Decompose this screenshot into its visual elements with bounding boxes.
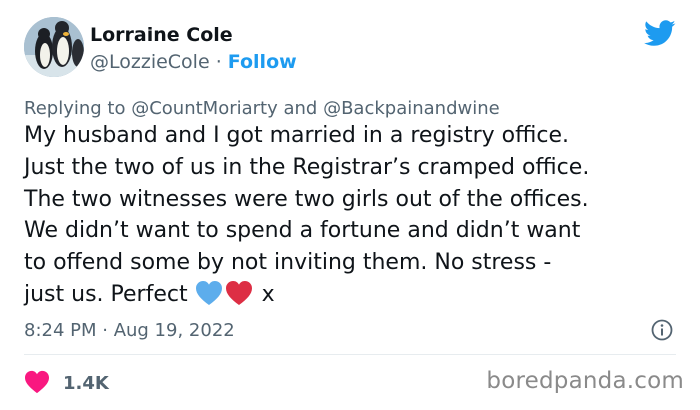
mention-link[interactable]: @Backpainandwine: [323, 98, 500, 119]
handle-separator: ·: [209, 51, 228, 73]
tweet-timestamp[interactable]: 8:24 PM · Aug 19, 2022: [24, 320, 235, 341]
divider: [24, 354, 676, 355]
heart-icon[interactable]: [24, 370, 50, 394]
reply-context: Replying to @CountMoriarty and @Backpain…: [24, 98, 500, 119]
reply-prefix: Replying to: [24, 98, 132, 119]
avatar[interactable]: [24, 17, 84, 77]
red-heart-icon: [225, 280, 252, 305]
reply-conjunction: and: [277, 98, 324, 119]
blue-heart-icon: [195, 280, 222, 305]
follow-button[interactable]: Follow: [228, 51, 297, 73]
author-name[interactable]: Lorraine Cole: [90, 24, 233, 46]
twitter-bird-icon[interactable]: [644, 20, 676, 47]
info-icon[interactable]: [651, 319, 673, 341]
penguin-avatar: [24, 17, 84, 77]
tweet-text: My husband and I got married in a regist…: [24, 120, 684, 311]
mention-link[interactable]: @CountMoriarty: [131, 98, 278, 119]
like-count[interactable]: 1.4K: [63, 373, 109, 394]
watermark: boredpanda.com: [486, 368, 684, 394]
tweet-body-text: My husband and I got married in a regist…: [24, 123, 590, 307]
tweet-trailing-text: x: [254, 281, 275, 307]
author-handle-line: @LozzieCole · Follow: [90, 51, 297, 73]
author-handle[interactable]: @LozzieCole: [90, 51, 210, 73]
